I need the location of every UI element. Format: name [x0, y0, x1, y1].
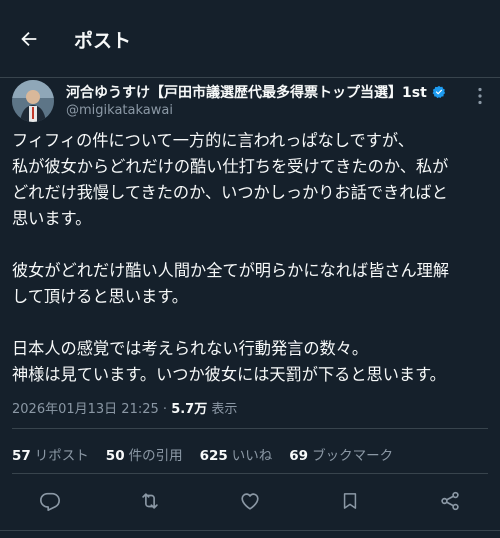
divider: [12, 428, 488, 429]
tweet-line: 私が彼女からどれだけの酷い仕打ちを受けてきたのか、私が: [12, 157, 449, 176]
share-button[interactable]: [435, 486, 465, 516]
engagement-stats: 57 リポスト 50 件の引用 625 いいね 69 ブックマーク: [12, 444, 393, 464]
heart-icon: [241, 493, 259, 510]
view-count: 5.7万: [171, 402, 208, 417]
meta-separator: ·: [162, 402, 168, 417]
stat-number: 625: [199, 448, 228, 464]
tweet-text: フィフィの件について一方的に言われっぱなしですが、 私が彼女からどれだけの酷い仕…: [12, 128, 496, 388]
like-button[interactable]: [235, 486, 265, 516]
repost-icon: [142, 493, 158, 509]
tweet-paragraph: 彼女がどれだけ酷い人間か全てが明らかになれば皆さん理解 して頂けると思います。: [12, 258, 496, 310]
arrow-left-icon: [21, 31, 37, 47]
tweet-line: 思います。: [12, 209, 92, 228]
avatar-image: [12, 80, 54, 122]
stat-likes[interactable]: 625 いいね: [200, 444, 273, 464]
divider: [0, 530, 500, 531]
tweet-meta: 2026年01月13日 21:25 · 5.7万 表示: [12, 398, 237, 417]
top-header: ポスト: [0, 0, 500, 78]
author-name[interactable]: 河合ゆうすけ【戸田市議選歴代最多得票トップ当選】1st: [66, 82, 466, 102]
stat-quotes[interactable]: 50 件の引用: [106, 444, 183, 464]
timestamp[interactable]: 2026年01月13日 21:25: [12, 402, 159, 417]
author-handle[interactable]: @migikatakawai: [66, 103, 173, 118]
tweet-line: して頂けると思います。: [12, 287, 188, 306]
more-vertical-icon: [478, 87, 482, 105]
tweet-line: 神様は見ています。いつか彼女には天罰が下ると思います。: [12, 365, 446, 384]
verified-badge-icon: [432, 85, 446, 99]
stat-number: 69: [289, 448, 309, 464]
bookmark-icon: [343, 493, 357, 509]
stat-label: ブックマーク: [312, 448, 394, 464]
stat-label: 件の引用: [128, 448, 183, 464]
reply-icon: [40, 492, 60, 511]
header-divider: [0, 77, 500, 78]
view-label: 表示: [211, 402, 238, 417]
stat-bookmarks[interactable]: 69 ブックマーク: [289, 444, 393, 464]
bookmark-button[interactable]: [335, 486, 365, 516]
back-button[interactable]: [14, 24, 44, 54]
stat-label: いいね: [231, 448, 273, 464]
tweet-paragraph: 日本人の感覚では考えられない行動発言の数々。 神様は見ています。いつか彼女には天…: [12, 336, 496, 388]
divider: [12, 473, 488, 474]
action-bar: [0, 486, 500, 516]
tweet-line: 彼女がどれだけ酷い人間か全てが明らかになれば皆さん理解: [12, 261, 450, 280]
stat-number: 57: [12, 448, 31, 464]
share-icon: [441, 491, 459, 511]
page-title: ポスト: [74, 30, 132, 52]
avatar[interactable]: [12, 80, 54, 122]
tweet-line: 日本人の感覚では考えられない行動発言の数々。: [12, 339, 369, 358]
stat-label: リポスト: [34, 448, 89, 464]
stat-number: 50: [105, 448, 125, 464]
tweet-line: どれだけ我慢してきたのか、いつかしっかりお話できればと: [12, 183, 448, 202]
tweet-line: フィフィの件について一方的に言われっぱなしですが、: [12, 131, 414, 150]
author-name-text: 河合ゆうすけ【戸田市議選歴代最多得票トップ当選】1st: [66, 85, 427, 101]
stat-reposts[interactable]: 57 リポスト: [12, 444, 89, 464]
tweet-paragraph: フィフィの件について一方的に言われっぱなしですが、 私が彼女からどれだけの酷い仕…: [12, 128, 496, 232]
more-button[interactable]: [470, 86, 490, 106]
reply-button[interactable]: [35, 486, 65, 516]
repost-button[interactable]: [135, 486, 165, 516]
